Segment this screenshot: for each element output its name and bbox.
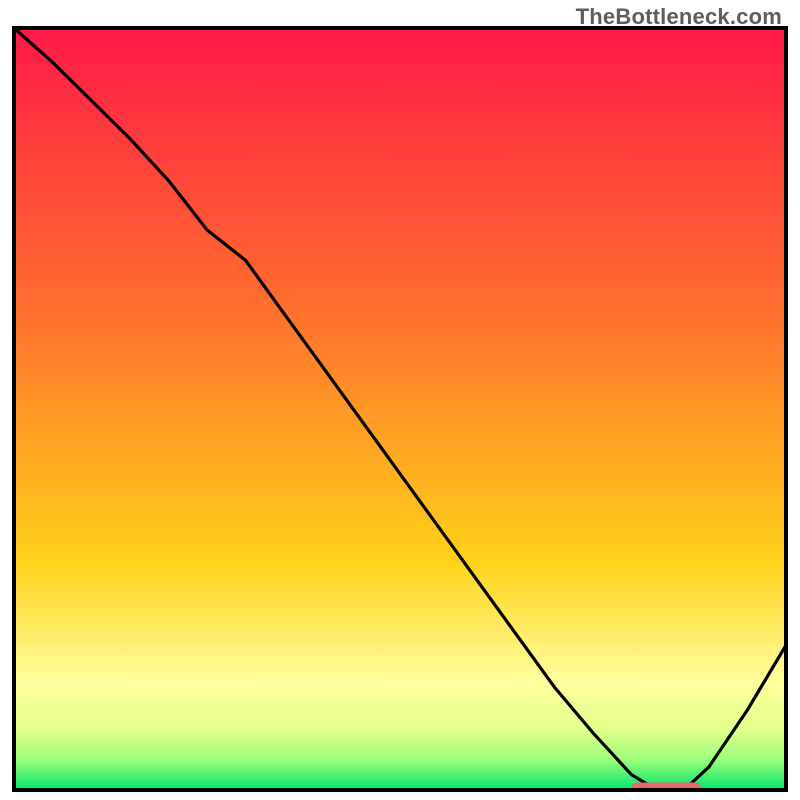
bottleneck-chart bbox=[12, 26, 788, 792]
plot-background bbox=[14, 28, 786, 790]
